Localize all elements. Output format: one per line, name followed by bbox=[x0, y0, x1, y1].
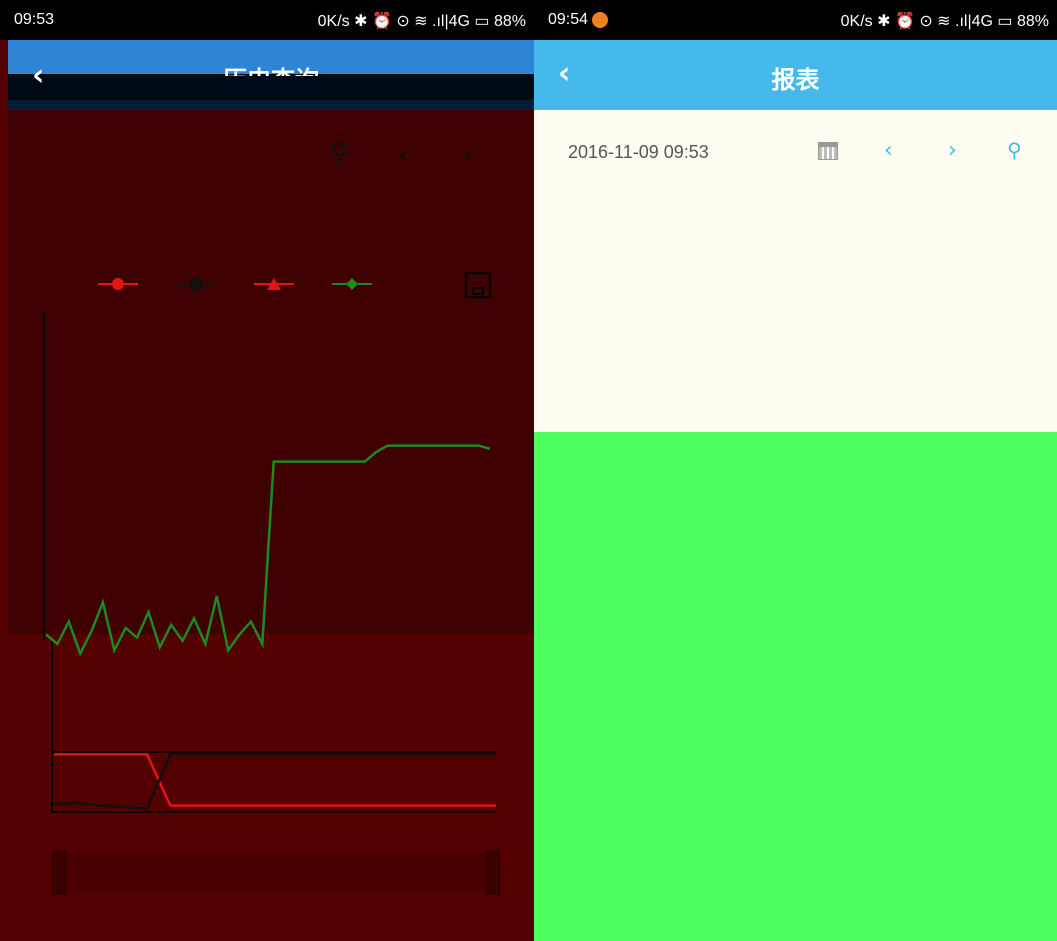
chart-2-series-2-line bbox=[53, 753, 496, 811]
status-indicators: 0K/s ✱ ⏰ ⊙ ≋ .ıl|4G ▭ 88% bbox=[840, 13, 1049, 30]
chart-1-series-1-line bbox=[45, 444, 491, 657]
scroll-handle-right[interactable] bbox=[486, 851, 500, 895]
table-row bbox=[534, 614, 1057, 650]
status-time: 09:54 bbox=[548, 11, 589, 28]
table-row bbox=[534, 824, 1057, 860]
notification-icon bbox=[592, 12, 608, 28]
chart-2-series-1-line bbox=[54, 753, 496, 807]
app-header: ‹ 报表 bbox=[534, 40, 1057, 110]
next-button[interactable]: › bbox=[948, 138, 957, 163]
calendar-icon[interactable] bbox=[818, 142, 838, 160]
prev-button[interactable]: ‹ bbox=[884, 138, 893, 163]
scroll-track[interactable] bbox=[52, 851, 498, 893]
history-chart bbox=[43, 312, 496, 813]
table-row bbox=[534, 738, 1057, 774]
table-row bbox=[534, 686, 1057, 722]
report-toolbar: 2016-11-09 09:53 ‹ › ⚲ bbox=[534, 110, 1057, 432]
page-title: 报表 bbox=[771, 66, 820, 94]
date-field[interactable]: 2016-11-09 09:53 bbox=[568, 142, 709, 163]
table-row bbox=[534, 866, 1057, 902]
left-phone-screen: 09:53 0K/s ✱ ⏰ ⊙ ≋ .ıl|4G ▭ 88% ‹ 历史查询 ⚲… bbox=[0, 0, 534, 941]
search-icon[interactable]: ⚲ bbox=[1007, 138, 1022, 162]
right-phone-screen: 09:54 0K/s ✱ ⏰ ⊙ ≋ .ıl|4G ▭ 88% ‹ 报表 201… bbox=[534, 0, 1057, 941]
status-bar: 09:54 0K/s ✱ ⏰ ⊙ ≋ .ıl|4G ▭ 88% bbox=[534, 0, 1057, 40]
table-row bbox=[534, 790, 1057, 826]
table-row bbox=[534, 904, 1057, 940]
table-row bbox=[534, 650, 1057, 686]
scroll-handle-left[interactable] bbox=[52, 851, 66, 895]
